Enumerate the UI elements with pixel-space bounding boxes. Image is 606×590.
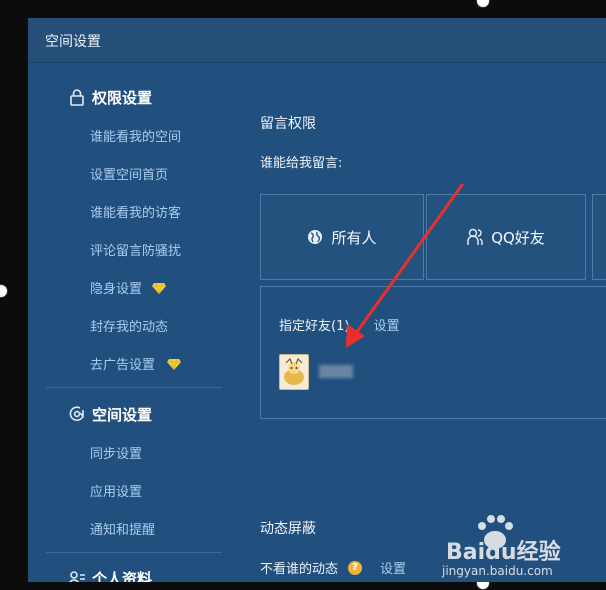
settings-window: 空间设置 权限设置 谁能看我的空间 设置空间首页 谁能看我的访客 评论留言防骚扰… <box>28 18 606 582</box>
resize-handle-top[interactable] <box>476 0 490 8</box>
baidu-watermark: Baidu经验 jingyan.baidu.com <box>438 514 598 580</box>
watermark-url: jingyan.baidu.com <box>442 564 553 578</box>
resize-handle-left[interactable] <box>0 284 8 298</box>
watermark-brand: Baidu经验 <box>446 540 561 565</box>
annotation-arrow <box>346 183 464 348</box>
